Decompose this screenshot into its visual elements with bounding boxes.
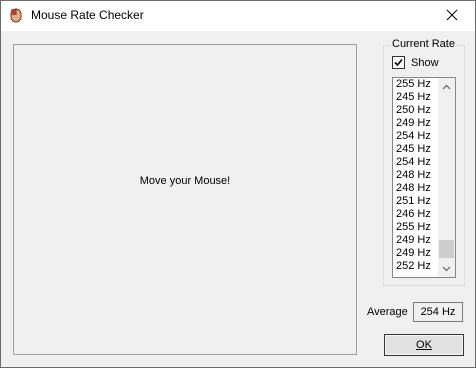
- mouse-app-icon: [8, 7, 24, 23]
- chevron-up-icon: [442, 84, 451, 89]
- rate-list-item[interactable]: 245 Hz: [396, 143, 436, 156]
- close-button[interactable]: [429, 1, 475, 31]
- check-icon: [394, 58, 403, 67]
- close-icon: [446, 9, 458, 24]
- ok-button-label: OK: [416, 339, 432, 351]
- window-title: Mouse Rate Checker: [31, 8, 144, 22]
- show-checkbox-row[interactable]: Show: [392, 56, 439, 69]
- rate-list-item[interactable]: 249 Hz: [396, 117, 436, 130]
- canvas-message: Move your Mouse!: [139, 175, 231, 187]
- ok-button[interactable]: OK: [384, 334, 464, 356]
- scroll-thumb[interactable]: [439, 240, 454, 258]
- rate-list-item[interactable]: 254 Hz: [396, 156, 436, 169]
- rate-list-item[interactable]: 255 Hz: [396, 221, 436, 234]
- chevron-down-icon: [442, 266, 451, 271]
- rate-list-item[interactable]: 246 Hz: [396, 208, 436, 221]
- show-checkbox[interactable]: [392, 56, 405, 69]
- rate-list-item[interactable]: 248 Hz: [396, 169, 436, 182]
- mouse-tracking-area[interactable]: Move your Mouse!: [13, 44, 357, 355]
- rate-list-item[interactable]: 250 Hz: [396, 104, 436, 117]
- average-value-field: 254 Hz: [413, 302, 463, 322]
- current-rate-legend: Current Rate: [391, 38, 456, 50]
- rate-list-item[interactable]: 249 Hz: [396, 234, 436, 247]
- rate-list-items: 255 Hz 245 Hz 250 Hz 249 Hz 254 Hz 245 Hz 254 …: [396, 78, 436, 273]
- title-bar[interactable]: Mouse Rate Checker: [1, 1, 475, 31]
- rate-list-item[interactable]: 254 Hz: [396, 130, 436, 143]
- rate-list-item[interactable]: 245 Hz: [396, 91, 436, 104]
- main-window: Mouse Rate Checker Move your Mouse! Curr…: [0, 0, 476, 368]
- rate-listbox[interactable]: 255 Hz 245 Hz 250 Hz 249 Hz 254 Hz 245 Hz 254 …: [392, 77, 456, 278]
- rate-list-item[interactable]: 249 Hz: [396, 247, 436, 260]
- scroll-down-button[interactable]: [438, 260, 455, 277]
- average-label: Average: [367, 306, 408, 318]
- rate-list-item[interactable]: 251 Hz: [396, 195, 436, 208]
- show-label: Show: [411, 56, 439, 69]
- rate-list-item[interactable]: 252 Hz: [396, 260, 436, 273]
- rate-list-item[interactable]: 248 Hz: [396, 182, 436, 195]
- rate-list-item[interactable]: 255 Hz: [396, 78, 436, 91]
- vertical-scrollbar[interactable]: [438, 78, 455, 277]
- scroll-up-button[interactable]: [438, 78, 455, 95]
